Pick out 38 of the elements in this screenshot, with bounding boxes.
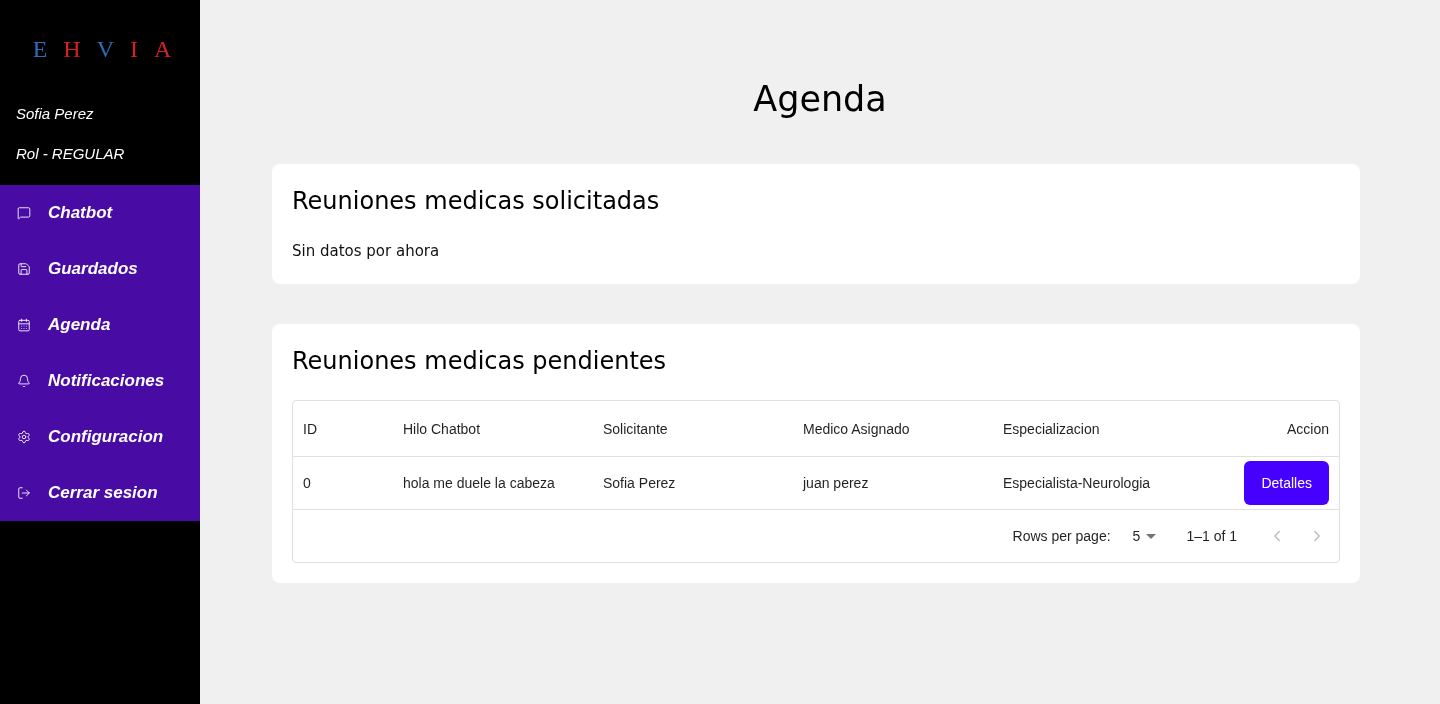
details-button[interactable]: Detalles [1244, 461, 1329, 505]
logo-letter: I [130, 35, 138, 64]
column-header: Accion [1285, 419, 1330, 439]
table-cell-text: hola me duele la cabeza [402, 474, 556, 493]
settings-icon [17, 430, 31, 444]
nav-item[interactable]: Guardados [0, 241, 200, 297]
card-title: Reuniones medicas solicitadas [292, 186, 660, 217]
logo-letter: E [32, 35, 48, 64]
user-role: Rol - REGULAR [15, 144, 125, 164]
column-header: Especializacion [1002, 419, 1101, 439]
bell-icon [17, 374, 31, 388]
logo-letter: V [96, 35, 114, 64]
column-header: Hilo Chatbot [402, 419, 482, 439]
table-cell-text: 0 [302, 474, 312, 493]
nav-item[interactable]: Agenda [0, 297, 200, 353]
rows-per-page-label: Rows per page: [1012, 527, 1111, 546]
card-title: Reuniones medicas pendientes [292, 346, 667, 377]
page-range: 1–1 of 1 [1186, 527, 1237, 546]
logo-letter: A [154, 35, 172, 64]
page-title: Agenda [752, 78, 887, 121]
nav-item[interactable]: Chatbot [0, 185, 200, 241]
nav-item[interactable]: Cerrar sesion [0, 465, 200, 521]
rows-per-page-select[interactable]: 5 [1132, 526, 1157, 546]
logo-letter: H [63, 35, 81, 64]
caret-icon [1146, 533, 1157, 539]
column-header: ID [302, 419, 318, 439]
column-header: Medico Asignado [802, 419, 911, 439]
table-cell-text: juan perez [801, 474, 870, 493]
calendar-icon [17, 318, 31, 332]
table-cell-text: Especialista-Neurologia [1002, 474, 1152, 493]
logout-icon [17, 486, 31, 500]
nav-item[interactable]: Configuracion [0, 409, 200, 465]
user-name: Sofia Perez [15, 104, 94, 124]
column-header: Solicitante [602, 419, 669, 439]
message-icon [17, 206, 31, 220]
table-cell-text: Sofia Perez [602, 474, 677, 493]
nav-item[interactable]: Notificaciones [0, 353, 200, 409]
empty-message: Sin datos por ahora [292, 241, 440, 262]
